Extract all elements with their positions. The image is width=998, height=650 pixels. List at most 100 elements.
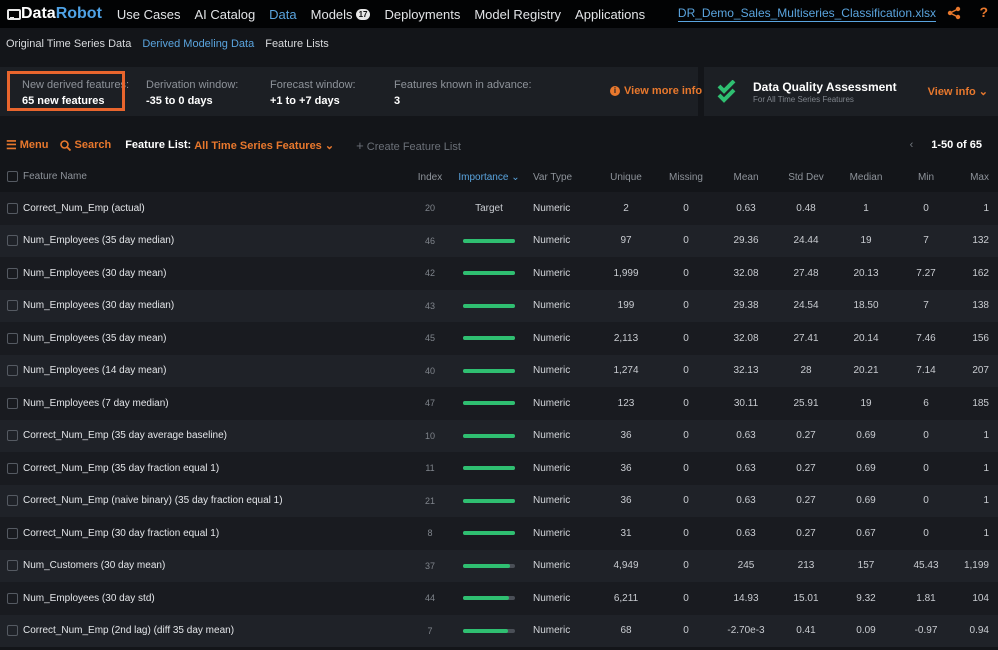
header-index[interactable]: Index	[410, 162, 450, 192]
feature-name[interactable]: Num_Employees (14 day mean)	[23, 365, 166, 376]
row-checkbox[interactable]	[7, 592, 18, 604]
datarobot-logo[interactable]: Data Robot	[6, 5, 102, 23]
header-std-dev[interactable]: Std Dev	[776, 162, 836, 192]
header-min[interactable]: Min	[896, 162, 956, 192]
nav-use-cases[interactable]: Use Cases	[117, 7, 181, 22]
view-info-dropdown[interactable]: View info ⌄	[928, 85, 988, 98]
help-icon[interactable]: ?	[979, 4, 988, 20]
feature-name[interactable]: Correct_Num_Emp (35 day average baseline…	[23, 430, 227, 441]
select-all-checkbox[interactable]	[7, 171, 18, 183]
feature-name-cell[interactable]: Correct_Num_Emp (30 day fraction equal 1…	[0, 517, 410, 550]
header-var-type[interactable]: Var Type	[528, 162, 596, 192]
row-checkbox[interactable]	[7, 397, 18, 409]
table-row[interactable]: Num_Customers (30 day mean) 37 Numeric 4,94…	[0, 549, 998, 583]
info-label: Derivation window:	[146, 79, 239, 91]
feature-name-cell[interactable]: Num_Employees (7 day median)	[0, 387, 410, 420]
share-icon[interactable]	[947, 6, 961, 20]
nav-ai-catalog[interactable]: AI Catalog	[194, 7, 255, 22]
feature-name-cell[interactable]: Correct_Num_Emp (naive binary) (35 day f…	[0, 485, 410, 518]
search-button[interactable]: Search	[59, 139, 111, 151]
importance-cell	[450, 615, 528, 648]
dqa-title: Data Quality Assessment	[753, 80, 897, 94]
feature-name[interactable]: Correct_Num_Emp (35 day fraction equal 1…	[23, 463, 219, 474]
feature-name[interactable]: Num_Employees (30 day mean)	[23, 268, 166, 279]
feature-name-cell[interactable]: Num_Employees (30 day std)	[0, 582, 410, 615]
feature-name-cell[interactable]: Num_Employees (35 day mean)	[0, 322, 410, 355]
header-label: Importance	[458, 171, 509, 183]
table-row[interactable]: Num_Employees (30 day mean) 42 Numeric 1,99…	[0, 257, 998, 290]
feature-name[interactable]: Num_Customers (30 day mean)	[23, 560, 165, 571]
row-checkbox[interactable]	[7, 430, 18, 442]
table-row[interactable]: Correct_Num_Emp (naive binary) (35 day f…	[0, 484, 998, 518]
row-checkbox[interactable]	[7, 300, 18, 312]
row-checkbox[interactable]	[7, 365, 18, 377]
feature-name-cell[interactable]: Correct_Num_Emp (35 day fraction equal 1…	[0, 452, 410, 485]
feature-name-cell[interactable]: Correct_Num_Emp (actual)	[0, 192, 410, 225]
feature-name[interactable]: Num_Employees (30 day median)	[23, 300, 174, 311]
header-mean[interactable]: Mean	[716, 162, 776, 192]
previous-page-icon[interactable]: ‹	[910, 139, 914, 151]
tab-feature-lists[interactable]: Feature Lists	[265, 38, 329, 50]
header-missing[interactable]: Missing	[656, 162, 716, 192]
menu-button[interactable]: ☰ Menu	[6, 138, 49, 152]
feature-name-cell[interactable]: Num_Employees (30 day mean)	[0, 257, 410, 290]
min-cell: -0.97	[914, 625, 938, 637]
table-row[interactable]: Num_Employees (30 day std) 44 Numeric 6,211…	[0, 582, 998, 615]
feature-name-cell[interactable]: Num_Customers (30 day mean)	[0, 550, 410, 583]
table-row[interactable]: Correct_Num_Emp (actual) 20 Target Numeric 2…	[0, 192, 998, 225]
feature-name[interactable]: Correct_Num_Emp (actual)	[23, 203, 145, 214]
table-row[interactable]: Num_Employees (30 day median) 43 Numeric 19…	[0, 289, 998, 323]
max-cell: 185	[972, 397, 989, 409]
nav-applications[interactable]: Applications	[575, 7, 645, 22]
feature-name[interactable]: Num_Employees (35 day median)	[23, 235, 174, 246]
feature-name[interactable]: Correct_Num_Emp (naive binary) (35 day f…	[23, 495, 283, 506]
table-row[interactable]: Num_Employees (7 day median) 47 Numeric 123…	[0, 387, 998, 420]
row-checkbox[interactable]	[7, 625, 18, 637]
table-row[interactable]: Correct_Num_Emp (2nd lag) (diff 35 day m…	[0, 614, 998, 648]
view-more-info-link[interactable]: i View more info	[610, 85, 702, 97]
table-row[interactable]: Correct_Num_Emp (35 day average baseline…	[0, 419, 998, 453]
feature-name[interactable]: Num_Employees (30 day std)	[23, 593, 155, 604]
row-checkbox[interactable]	[7, 462, 18, 474]
row-checkbox[interactable]	[7, 527, 18, 539]
header-feature-name[interactable]: Feature Name	[0, 162, 410, 192]
tab-derived-modeling-data[interactable]: Derived Modeling Data	[142, 38, 254, 50]
feature-name-cell[interactable]: Num_Employees (14 day mean)	[0, 355, 410, 388]
missing-cell: 0	[683, 592, 689, 604]
table-row[interactable]: Num_Employees (35 day mean) 45 Numeric 2,11…	[0, 322, 998, 355]
feature-name-cell[interactable]: Num_Employees (35 day median)	[0, 225, 410, 258]
feature-list-dropdown[interactable]: All Time Series Features ⌄	[194, 139, 334, 152]
nav-data[interactable]: Data	[269, 7, 296, 22]
max-cell: 1	[983, 462, 989, 474]
std-dev-cell: 27.41	[793, 332, 819, 344]
dataset-filename-link[interactable]: DR_Demo_Sales_Multiseries_Classification…	[677, 6, 936, 22]
feature-name[interactable]: Correct_Num_Emp (30 day fraction equal 1…	[23, 528, 219, 539]
feature-name[interactable]: Num_Employees (35 day mean)	[23, 333, 166, 344]
row-checkbox[interactable]	[7, 560, 18, 572]
row-checkbox[interactable]	[7, 235, 18, 247]
header-importance[interactable]: Importance ⌄	[450, 162, 528, 192]
row-checkbox[interactable]	[7, 202, 18, 214]
tab-original-time-series-data[interactable]: Original Time Series Data	[6, 38, 131, 50]
nav-model-registry[interactable]: Model Registry	[474, 7, 561, 22]
header-unique[interactable]: Unique	[596, 162, 656, 192]
table-row[interactable]: Correct_Num_Emp (30 day fraction equal 1…	[0, 517, 998, 550]
feature-name-cell[interactable]: Num_Employees (30 day median)	[0, 290, 410, 323]
nav-deployments[interactable]: Deployments	[384, 7, 460, 22]
feature-name-cell[interactable]: Correct_Num_Emp (35 day average baseline…	[0, 420, 410, 453]
nav-models-label: Models	[310, 6, 353, 22]
header-max[interactable]: Max	[956, 162, 998, 192]
nav-models[interactable]: Models 17	[311, 7, 371, 22]
plus-icon: +	[356, 137, 364, 153]
row-checkbox[interactable]	[7, 267, 18, 279]
create-feature-list-button[interactable]: + Create Feature List	[356, 138, 461, 153]
row-checkbox[interactable]	[7, 495, 18, 507]
table-row[interactable]: Num_Employees (35 day median) 46 Numeric 97…	[0, 224, 998, 258]
feature-name[interactable]: Num_Employees (7 day median)	[23, 398, 169, 409]
feature-name[interactable]: Correct_Num_Emp (2nd lag) (diff 35 day m…	[23, 625, 234, 636]
row-checkbox[interactable]	[7, 332, 18, 344]
header-median[interactable]: Median	[836, 162, 896, 192]
table-row[interactable]: Correct_Num_Emp (35 day fraction equal 1…	[0, 452, 998, 485]
table-row[interactable]: Num_Employees (14 day mean) 40 Numeric 1,27…	[0, 354, 998, 388]
feature-name-cell[interactable]: Correct_Num_Emp (2nd lag) (diff 35 day m…	[0, 615, 410, 648]
